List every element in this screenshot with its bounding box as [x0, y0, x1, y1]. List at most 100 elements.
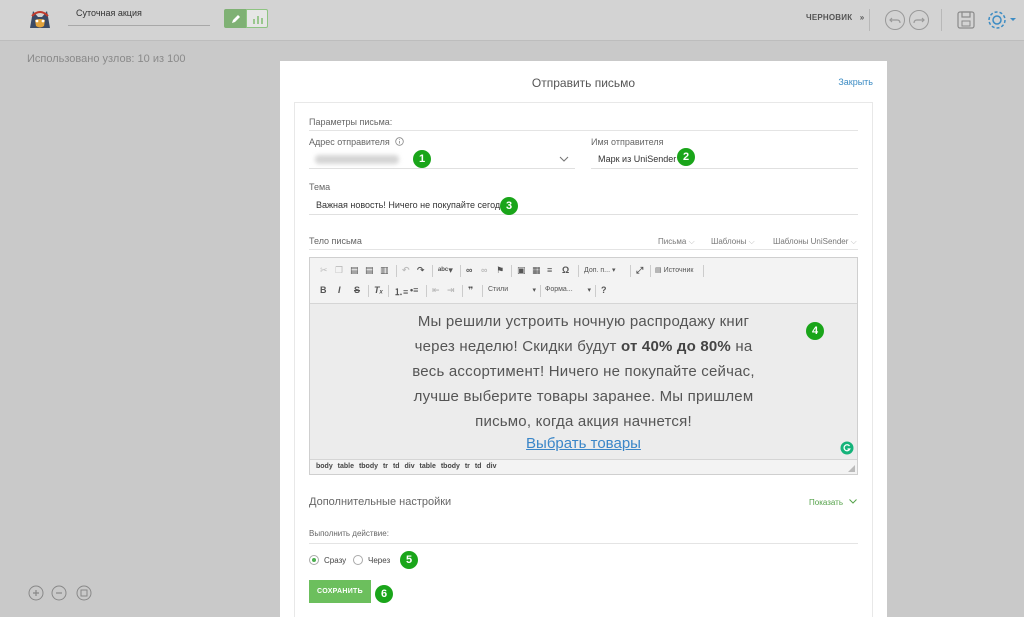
save-icon[interactable]: [955, 9, 977, 31]
email-body-editor[interactable]: ✂ ❐ ▤ ▤ ▥ ↶ ↷ ᵃᵇᶜ▾ ∞ ∞ ⚑ ▣ ▦ ≡ Ω Доп. п.…: [309, 257, 858, 475]
unisender-logo[interactable]: [26, 6, 54, 34]
anchor-flag-icon[interactable]: ⚑: [496, 265, 504, 276]
redo-icon[interactable]: ↷: [417, 265, 425, 276]
marker-3: 3: [500, 197, 518, 215]
fit-to-screen-icon[interactable]: [76, 585, 92, 601]
toolbar-divider: [462, 285, 463, 297]
chevron-down-icon: ▾: [587, 287, 591, 294]
pencil-icon: [232, 15, 240, 23]
cut-icon[interactable]: ✂: [320, 265, 328, 276]
maximize-icon[interactable]: ⤢: [636, 265, 643, 276]
top-bar: Суточная акция ЧЕРНОВИК »: [0, 0, 1024, 41]
marker-2: 2: [677, 148, 695, 166]
content-line-1: Мы решили устроить ночную распродажу кни…: [417, 313, 750, 330]
content-line-3: весь ассортимент! Ничего не покупайте се…: [412, 363, 755, 380]
edit-mode-button[interactable]: [224, 9, 246, 28]
templates-link[interactable]: Шаблоны ⌵: [711, 237, 755, 247]
spellcheck-icon[interactable]: ᵃᵇᶜ▾: [438, 265, 453, 276]
body-label: Тело письма: [309, 236, 362, 246]
info-icon[interactable]: [395, 137, 404, 146]
divider: [941, 9, 942, 31]
source-icon: ▤: [655, 267, 662, 274]
format-dropdown[interactable]: Форма... ▾: [545, 286, 591, 297]
email-content-area[interactable]: Мы решили устроить ночную распродажу кни…: [310, 303, 857, 460]
close-link[interactable]: Закрыть: [838, 77, 873, 87]
italic-icon[interactable]: I: [338, 285, 341, 296]
remove-format-icon[interactable]: Tₓ: [374, 285, 383, 296]
choose-products-link[interactable]: Выбрать товары: [526, 435, 641, 452]
sender-address-select[interactable]: [309, 149, 575, 169]
radio-later[interactable]: [353, 555, 363, 565]
chevron-down-icon: [849, 499, 858, 504]
image-icon[interactable]: ▣: [517, 265, 526, 276]
content-line-5: письмо, когда акция начнется!: [475, 413, 692, 430]
strikethrough-icon[interactable]: S: [354, 285, 360, 296]
link-icon[interactable]: ∞: [466, 265, 472, 276]
stats-mode-button[interactable]: [246, 9, 268, 28]
radio-now[interactable]: [309, 555, 319, 565]
zoom-in-icon[interactable]: [28, 585, 44, 601]
content-line-2a: через неделю! Скидки будут: [414, 338, 621, 355]
send-email-modal: Отправить письмо Закрыть Параметры письм…: [280, 61, 887, 617]
toolbar-divider: [630, 265, 631, 277]
redo-icon[interactable]: [908, 9, 930, 31]
outdent-icon[interactable]: ⇤: [432, 285, 440, 296]
status-label: ЧЕРНОВИК: [806, 13, 853, 22]
save-button[interactable]: СОХРАНИТЬ: [309, 580, 371, 603]
discount-highlight: от 40% до 80%: [621, 338, 731, 355]
show-advanced-toggle[interactable]: Показать: [809, 498, 858, 507]
email-content-text: Мы решили устроить ночную распродажу кни…: [310, 304, 857, 434]
content-line-2c: на: [730, 338, 753, 355]
paste-icon[interactable]: ▤: [350, 265, 359, 276]
indent-icon[interactable]: ⇥: [447, 285, 455, 296]
blockquote-icon[interactable]: ❞: [468, 285, 473, 296]
campaign-name-input[interactable]: Суточная акция: [68, 8, 210, 26]
unisender-templates-link[interactable]: Шаблоны UniSender ⌵: [773, 237, 857, 247]
table-icon[interactable]: ▦: [532, 265, 541, 276]
params-heading: Параметры письма:: [309, 117, 393, 127]
bar-chart-icon: [253, 16, 263, 24]
nodes-used-counter: Использовано узлов: 10 из 100: [27, 53, 186, 65]
numbered-list-icon[interactable]: ⒈≡: [394, 285, 408, 297]
gear-icon[interactable]: [986, 9, 1018, 31]
content-line-4: лучше выберите товары заранее. Мы пришле…: [413, 388, 754, 405]
bold-icon[interactable]: B: [320, 285, 327, 296]
toolbar-divider: [540, 285, 541, 297]
special-char-icon[interactable]: Ω: [562, 265, 569, 276]
extra-dropdown[interactable]: Доп. п... ▾: [584, 266, 616, 277]
grammarly-icon[interactable]: [840, 441, 854, 455]
letters-link[interactable]: Письма ⌵: [658, 237, 695, 247]
modal-title: Отправить письмо: [531, 76, 636, 90]
paste-text-icon[interactable]: ▤: [365, 265, 374, 276]
undo-icon[interactable]: [884, 9, 906, 31]
copy-icon[interactable]: ❐: [335, 265, 343, 276]
sender-name-input[interactable]: Марк из UniSender: [591, 149, 858, 169]
chevron-down-icon: ⌵: [850, 237, 857, 246]
toolbar-divider: [650, 265, 651, 277]
element-path-breadcrumb[interactable]: body table tbody tr td div table tbody t…: [316, 463, 497, 470]
horizontal-line-icon[interactable]: ≡: [547, 265, 552, 276]
radio-later-label: Через: [368, 556, 391, 565]
resize-handle-icon[interactable]: [848, 465, 855, 472]
chevron-down-icon: ⌵: [748, 237, 755, 246]
sender-address-label: Адрес отправителя: [309, 137, 404, 147]
toolbar-divider: [388, 285, 389, 297]
status-dropdown[interactable]: ЧЕРНОВИК »: [806, 13, 864, 22]
styles-dropdown[interactable]: Стили ▾: [488, 286, 536, 297]
advanced-settings-heading: Дополнительные настройки: [309, 496, 452, 508]
source-button[interactable]: ▤ Источник: [655, 266, 693, 277]
extra-dropdown-label: Доп. п...: [584, 267, 611, 274]
zoom-out-icon[interactable]: [51, 585, 67, 601]
help-icon[interactable]: ?: [601, 285, 607, 296]
subject-value: Важная новость! Ничего не покупайте сего…: [316, 200, 510, 210]
bulleted-list-icon[interactable]: •≡: [410, 285, 418, 296]
subject-input[interactable]: Важная новость! Ничего не покупайте сего…: [309, 195, 858, 215]
unlink-icon[interactable]: ∞: [481, 265, 487, 276]
divider: [309, 249, 858, 250]
marker-4: 4: [806, 322, 824, 340]
letters-link-text: Письма: [658, 237, 687, 246]
chevron-down-icon: ⌵: [688, 237, 695, 246]
chevron-down-icon: [559, 156, 569, 162]
undo-icon[interactable]: ↶: [402, 265, 410, 276]
paste-word-icon[interactable]: ▥: [380, 265, 389, 276]
